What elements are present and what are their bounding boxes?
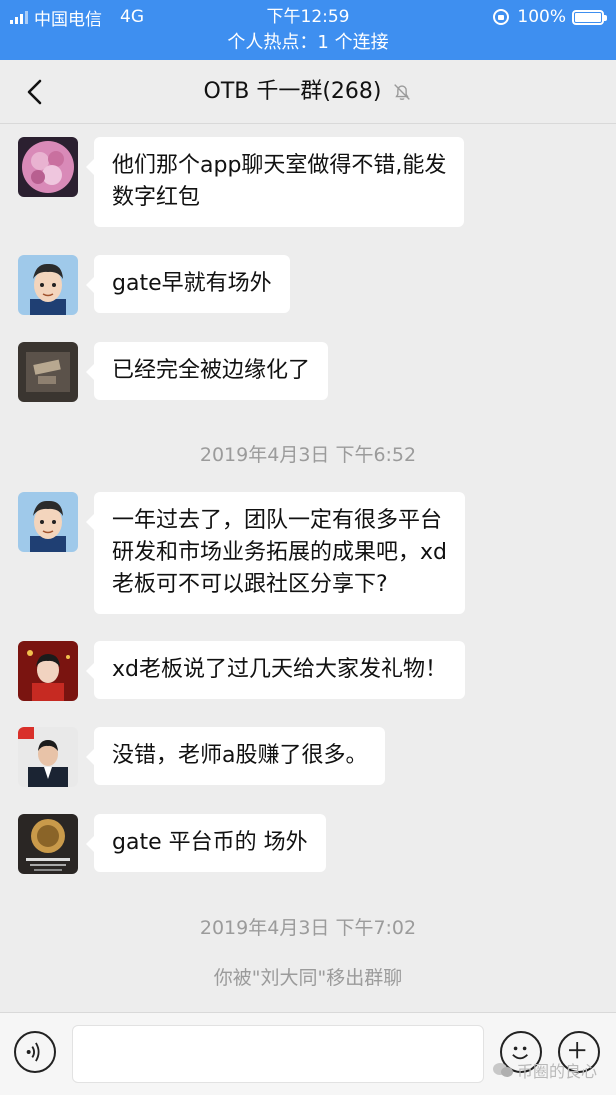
cartoon-man-avatar[interactable] (18, 255, 78, 315)
message-item: 已经完全被边缘化了 (18, 342, 329, 402)
coin-poster-avatar[interactable] (18, 814, 78, 874)
message-text: 老板可不可以跟社区分享下? (112, 572, 388, 597)
message-item: xd老板说了过几天给大家发礼物！ (18, 641, 465, 701)
pink-flower-avatar[interactable] (18, 137, 78, 197)
message-item: gate 平台币的 场外 (18, 814, 326, 874)
rotation-lock-icon (493, 9, 510, 25)
chat-header: OTB 千一群(268) (0, 60, 616, 124)
message-bubble[interactable]: 一年过去了，团队一定有很多平台 研发和市场业务拓展的成果吧，xd 老板可不可以跟… (86, 492, 465, 614)
system-notice: 你被"刘大同"移出群聊 (213, 967, 403, 989)
message-bubble[interactable]: 没错，老师a股赚了很多。 (85, 727, 386, 785)
wechat-logo-icon (493, 1063, 513, 1077)
message-text: gate早就有场外 (112, 271, 272, 296)
cartoon-man-avatar[interactable] (18, 492, 78, 552)
battery-icon (572, 9, 607, 25)
message-bubble[interactable]: xd老板说了过几天给大家发礼物！ (86, 641, 465, 699)
suit-man-avatar[interactable] (18, 727, 78, 787)
message-item: 没错，老师a股赚了很多。 (18, 727, 386, 787)
message-text: 一年过去了，团队一定有很多平台 (112, 508, 443, 533)
message-item: 他们那个app聊天室做得不错,能发 数字红包 (18, 137, 465, 227)
hotspot-banner[interactable]: 个人热点：1 个连接 (0, 30, 616, 56)
message-bubble[interactable]: 他们那个app聊天室做得不错,能发 数字红包 (85, 137, 465, 227)
message-text: 已经完全被边缘化了 (112, 358, 311, 383)
timestamp: 2019年4月3日 下午6:52 (199, 444, 417, 466)
message-bubble[interactable]: gate 平台币的 场外 (86, 814, 326, 872)
message-bubble[interactable]: 已经完全被边缘化了 (85, 342, 329, 400)
dark-photo-avatar[interactable] (18, 342, 78, 402)
message-text: 他们那个app聊天室做得不错,能发 (112, 153, 447, 178)
mute-bell-icon (393, 84, 410, 100)
chat-title-area[interactable]: OTB 千一群(268) (0, 60, 616, 124)
input-bar (0, 1012, 616, 1095)
message-text: xd老板说了过几天给大家发礼物！ (112, 657, 447, 682)
message-item: 一年过去了，团队一定有很多平台 研发和市场业务拓展的成果吧，xd 老板可不可以跟… (18, 492, 465, 614)
red-portrait-avatar[interactable] (18, 641, 78, 701)
battery-percent: 100% (517, 7, 566, 27)
status-bar: 中国电信 4G 下午12:59 100% 个人热点：1 个连接 (0, 0, 616, 60)
voice-icon[interactable] (14, 1031, 56, 1073)
message-text: 数字红包 (112, 185, 201, 210)
message-text: 研发和市场业务拓展的成果吧，xd (112, 540, 447, 565)
message-text: gate 平台币的 场外 (112, 830, 308, 855)
message-item: gate早就有场外 (18, 255, 290, 315)
watermark: 币圈的良心 (492, 1058, 597, 1082)
watermark-text: 币圈的良心 (517, 1062, 598, 1081)
timestamp: 2019年4月3日 下午7:02 (199, 917, 417, 939)
chat-title: OTB 千一群(268) (203, 79, 382, 104)
message-bubble[interactable]: gate早就有场外 (86, 255, 290, 313)
message-text: 没错，老师a股赚了很多。 (112, 743, 368, 768)
message-input[interactable] (72, 1025, 484, 1083)
